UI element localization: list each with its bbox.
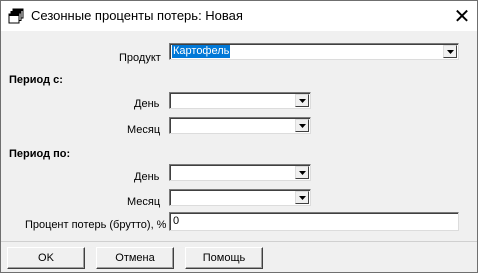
product-dropdown[interactable]: Картофель <box>169 43 459 60</box>
period-to-day-dropdown[interactable] <box>169 164 311 181</box>
period-to-heading: Период по: <box>9 148 71 160</box>
period-to-day-value <box>172 166 174 179</box>
chevron-down-icon[interactable] <box>295 94 309 107</box>
period-from-month-dropdown[interactable] <box>169 117 311 134</box>
product-value: Картофель <box>172 45 231 58</box>
product-label: Продукт <box>119 52 161 64</box>
help-button[interactable]: Помощь <box>185 247 263 269</box>
chevron-down-icon[interactable] <box>295 119 309 132</box>
loss-percent-input[interactable]: 0 <box>169 212 459 231</box>
period-to-month-dropdown[interactable] <box>169 189 311 206</box>
loss-percent-value: 0 <box>173 215 180 227</box>
period-from-month-value <box>172 119 174 132</box>
close-button[interactable]: ✕ <box>447 1 477 31</box>
cancel-button[interactable]: Отмена <box>96 247 174 269</box>
ok-button[interactable]: OK <box>7 247 85 269</box>
footer-divider <box>1 241 477 242</box>
chevron-down-icon[interactable] <box>443 45 457 58</box>
period-from-day-value <box>172 94 174 107</box>
title-bar: Сезонные проценты потерь: Новая ✕ <box>1 1 477 31</box>
period-to-day-label: День <box>134 171 160 183</box>
loss-percent-label: Процент потерь (брутто), % <box>25 219 167 231</box>
period-to-month-value <box>172 191 174 204</box>
period-from-month-label: Месяц <box>127 124 161 136</box>
dialog-body: Продукт Картофель Период с: День Месяц П… <box>1 31 477 272</box>
period-to-month-label: Месяц <box>127 196 161 208</box>
period-from-day-label: День <box>134 98 160 110</box>
chevron-down-icon[interactable] <box>295 191 309 204</box>
period-from-day-dropdown[interactable] <box>169 92 311 109</box>
chevron-down-icon[interactable] <box>295 166 309 179</box>
stacked-windows-icon <box>8 8 24 24</box>
dialog-window: Сезонные проценты потерь: Новая ✕ Продук… <box>0 0 478 273</box>
window-title: Сезонные проценты потерь: Новая <box>31 8 243 23</box>
close-icon: ✕ <box>453 5 471 28</box>
period-from-heading: Период с: <box>9 74 63 86</box>
